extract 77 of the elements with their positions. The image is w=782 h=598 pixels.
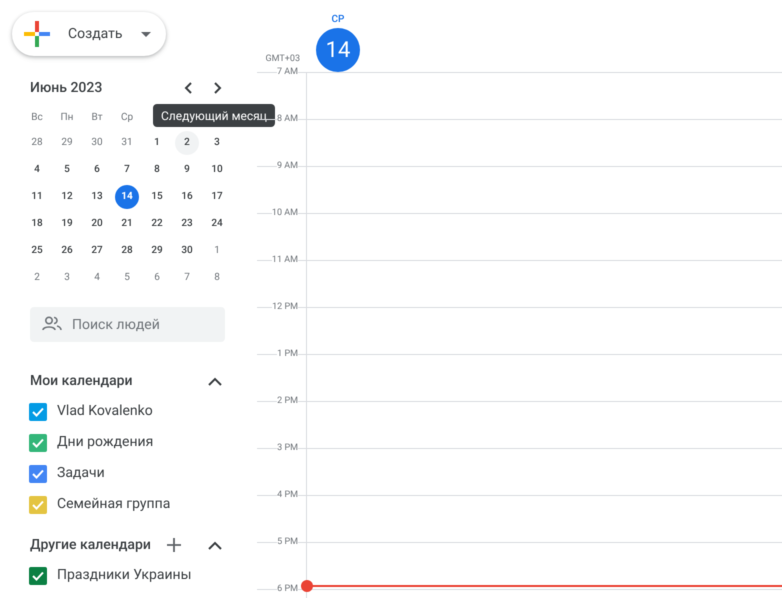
- day-button[interactable]: 5: [115, 266, 139, 290]
- day-button[interactable]: 1: [145, 130, 169, 154]
- check-icon: [32, 406, 44, 416]
- day-button[interactable]: 17: [205, 184, 229, 208]
- day-button[interactable]: 9: [175, 158, 199, 182]
- day-button[interactable]: 5: [55, 158, 79, 182]
- day-button[interactable]: 18: [25, 212, 49, 236]
- calendar-label[interactable]: Vlad Kovalenko: [57, 401, 153, 422]
- check-icon: [32, 500, 44, 510]
- day-button[interactable]: 20: [85, 212, 109, 236]
- section-title: Другие календари: [30, 536, 151, 554]
- day-button[interactable]: 26: [55, 238, 79, 262]
- collapse-icon[interactable]: [208, 376, 222, 386]
- calendar-checkbox[interactable]: [29, 434, 47, 452]
- day-button[interactable]: 6: [85, 158, 109, 182]
- day-button[interactable]: 21: [115, 212, 139, 236]
- month-title: Июнь 2023: [30, 78, 104, 98]
- create-button[interactable]: Создать: [12, 12, 166, 56]
- check-icon: [32, 570, 44, 580]
- day-button[interactable]: 3: [55, 266, 79, 290]
- day-button[interactable]: 4: [25, 158, 49, 182]
- plus-icon[interactable]: [166, 538, 181, 552]
- day-button[interactable]: 31: [115, 130, 139, 154]
- weekday-label: Вт: [91, 110, 103, 124]
- day-button[interactable]: 2: [25, 266, 49, 290]
- day-button[interactable]: 14: [115, 184, 139, 208]
- day-button[interactable]: 8: [205, 266, 229, 290]
- day-button[interactable]: 24: [205, 212, 229, 236]
- day-button[interactable]: 4: [85, 266, 109, 290]
- weekday-label: Пн: [60, 110, 74, 124]
- day-button[interactable]: 2: [175, 130, 199, 154]
- day-button[interactable]: 29: [145, 238, 169, 262]
- people-icon: [42, 316, 62, 332]
- day-button[interactable]: 30: [85, 130, 109, 154]
- chevron-right-icon: [214, 82, 222, 94]
- day-button[interactable]: 29: [55, 130, 79, 154]
- day-button[interactable]: 15: [145, 184, 169, 208]
- day-button[interactable]: 12: [55, 184, 79, 208]
- day-button[interactable]: 11: [25, 184, 49, 208]
- date-button[interactable]: 14: [316, 28, 360, 72]
- collapse-icon[interactable]: [208, 540, 222, 550]
- chevron-left-icon: [184, 82, 192, 94]
- day-button[interactable]: 3: [205, 130, 229, 154]
- caret-icon: [140, 32, 150, 36]
- day-button[interactable]: 13: [85, 184, 109, 208]
- calendar-checkbox[interactable]: [29, 402, 47, 420]
- section-title: Мои календари: [30, 372, 134, 390]
- timezone-label: GMT+03: [266, 52, 300, 66]
- day-button[interactable]: 22: [145, 212, 169, 236]
- calendar-checkbox[interactable]: [29, 464, 47, 482]
- day-button[interactable]: 27: [85, 238, 109, 262]
- day-button[interactable]: 7: [115, 158, 139, 182]
- day-button[interactable]: 10: [205, 158, 229, 182]
- day-button[interactable]: 16: [175, 184, 199, 208]
- weekday-label: Ср: [120, 110, 134, 124]
- day-button[interactable]: 7: [175, 266, 199, 290]
- calendar-label[interactable]: Дни рождения: [57, 432, 154, 453]
- check-icon: [32, 468, 44, 478]
- day-button[interactable]: 8: [145, 158, 169, 182]
- day-button[interactable]: 19: [55, 212, 79, 236]
- people-search-field[interactable]: Поиск людей: [30, 307, 225, 342]
- calendar-checkbox[interactable]: [29, 566, 47, 584]
- day-button[interactable]: 25: [25, 238, 49, 262]
- calendar-checkbox[interactable]: [29, 496, 47, 514]
- day-button[interactable]: 28: [115, 238, 139, 262]
- day-button[interactable]: 23: [175, 212, 199, 236]
- day-button[interactable]: 30: [175, 238, 199, 262]
- weekday-label: СР: [332, 13, 344, 27]
- day-button[interactable]: 28: [25, 130, 49, 154]
- calendar-label[interactable]: Праздники Украины: [57, 565, 192, 586]
- day-button[interactable]: 1: [205, 238, 229, 262]
- calendar-label[interactable]: Семейная группа: [57, 494, 170, 515]
- calendar-label[interactable]: Задачи: [57, 463, 105, 484]
- day-button[interactable]: 6: [145, 266, 169, 290]
- weekday-label: Вс: [31, 110, 43, 124]
- check-icon: [32, 438, 44, 448]
- plus-icon: [24, 21, 50, 47]
